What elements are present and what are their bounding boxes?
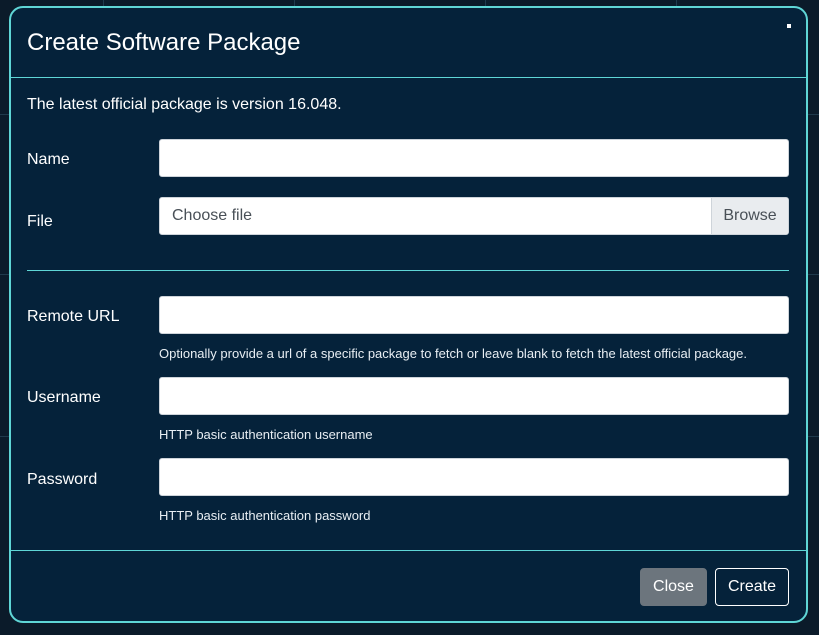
file-label: File <box>27 213 53 230</box>
username-input[interactable] <box>159 377 789 415</box>
create-button[interactable]: Create <box>715 568 789 606</box>
file-picker[interactable]: Choose file Browse <box>159 197 789 235</box>
latest-version-text: The latest official package is version 1… <box>27 96 342 113</box>
dialog-title: Create Software Package <box>27 29 301 56</box>
close-button[interactable]: Close <box>640 568 707 606</box>
name-input[interactable] <box>159 139 789 177</box>
backdrop-line <box>0 436 9 437</box>
password-help: HTTP basic authentication password <box>159 508 371 523</box>
dialog-header: Create Software Package <box>11 8 806 78</box>
remote-url-help: Optionally provide a url of a specific p… <box>159 346 747 361</box>
password-label: Password <box>27 471 98 488</box>
username-help: HTTP basic authentication username <box>159 427 373 442</box>
browse-button[interactable]: Browse <box>711 198 788 234</box>
remote-url-input[interactable] <box>159 296 789 334</box>
close-icon[interactable] <box>787 24 791 28</box>
backdrop-line <box>0 114 9 115</box>
name-label: Name <box>27 151 70 168</box>
section-divider <box>27 270 789 271</box>
password-input[interactable] <box>159 458 789 496</box>
file-placeholder: Choose file <box>172 207 253 224</box>
create-package-dialog: Create Software Package The latest offic… <box>9 6 808 623</box>
remote-url-label: Remote URL <box>27 308 120 325</box>
dialog-footer: Close Create <box>11 550 806 622</box>
username-label: Username <box>27 389 101 406</box>
backdrop-line <box>0 274 9 275</box>
